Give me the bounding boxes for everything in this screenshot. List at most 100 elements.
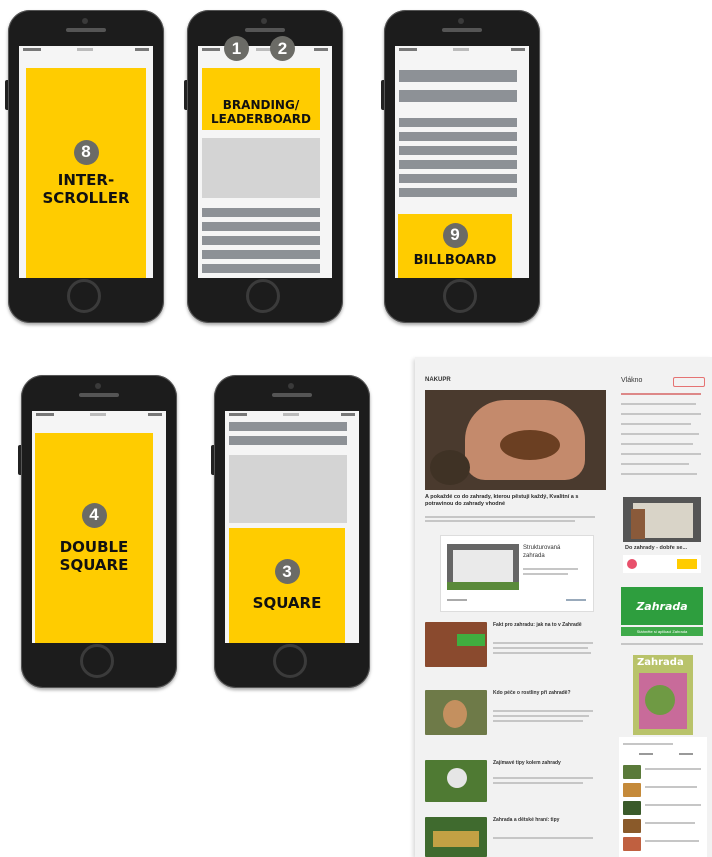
- text-line: [493, 652, 591, 654]
- text-line: [645, 804, 701, 806]
- phone-mockup: 9 BILLBOARD: [381, 10, 540, 323]
- home-button: [67, 279, 101, 313]
- list-thumb: [623, 783, 641, 797]
- text-line: [621, 453, 701, 455]
- list-thumb: [623, 765, 641, 779]
- square-ad: 3 SQUARE: [229, 528, 345, 643]
- ad-number-badge: 1: [224, 36, 249, 61]
- camera: [95, 383, 101, 389]
- text-line: [621, 413, 701, 415]
- content-placeholder: [229, 455, 347, 523]
- list-thumb: [623, 819, 641, 833]
- article-title: Fakt pro zahradu: jak na to v Zahradě: [493, 622, 582, 628]
- text-line: [202, 208, 320, 217]
- ad-label: SQUARE: [59, 555, 129, 574]
- article-title: Zahrada a dětské hraní: tipy: [493, 817, 560, 823]
- text-line: [645, 840, 699, 842]
- headline: A pokaždé co do zahrady, kterou pěstuji …: [425, 494, 579, 507]
- article-title: Zajímavé tipy kolem zahrady: [493, 760, 561, 766]
- text-line: [639, 753, 653, 755]
- camera: [82, 18, 88, 24]
- home-button: [273, 644, 307, 678]
- brand-banner: Zahrada: [621, 587, 703, 625]
- article-thumb: [425, 760, 487, 802]
- camera: [261, 18, 267, 24]
- text-line: [621, 643, 703, 645]
- article-thumb: [425, 622, 487, 667]
- status-bar: [395, 48, 529, 52]
- ad-label: BRANDING/: [222, 98, 300, 112]
- double-square-ad: 4 DOUBLE SQUARE: [35, 433, 153, 643]
- speaker: [79, 393, 119, 397]
- text-line: [493, 837, 593, 839]
- text-line: [621, 423, 691, 425]
- text-line: [645, 786, 697, 788]
- phone-screen: 8 INTER- SCROLLER: [19, 46, 153, 278]
- ad-label: SCROLLER: [42, 188, 130, 207]
- content-placeholder: [202, 138, 320, 198]
- status-bar: [198, 48, 332, 52]
- text-line: [645, 768, 701, 770]
- brand-cta-button[interactable]: Stáhněte si aplikaci Zahrada: [621, 627, 703, 636]
- phone-mockup: 8 INTER- SCROLLER: [5, 10, 164, 323]
- text-line: [229, 436, 347, 445]
- sidebar-title: Vlákno: [621, 377, 643, 384]
- text-line: [202, 250, 320, 259]
- hero-image: [425, 390, 606, 490]
- status-bar: [225, 413, 359, 417]
- text-line: [399, 132, 517, 141]
- phone-screen: 3 SQUARE: [225, 411, 359, 643]
- ad-label: BILLBOARD: [413, 252, 497, 268]
- text-line: [493, 782, 583, 784]
- promo-image: [623, 497, 701, 542]
- interscroller-ad: 8 INTER- SCROLLER: [26, 68, 146, 278]
- article-thumb: [425, 817, 487, 857]
- status-bar: [19, 48, 153, 52]
- list-thumb: [623, 837, 641, 851]
- speaker: [442, 28, 482, 32]
- text-line: [623, 743, 673, 745]
- phone-mockup: 3 SQUARE: [211, 375, 370, 688]
- ad-number-badge: 2: [270, 36, 295, 61]
- home-button: [246, 279, 280, 313]
- text-line: [399, 70, 517, 82]
- magazine-cover: Zahrada: [633, 655, 693, 735]
- text-line: [621, 393, 701, 395]
- ad-number-badge: 8: [73, 139, 99, 165]
- text-line: [399, 90, 517, 102]
- article-thumb: [425, 690, 487, 735]
- text-line: [399, 174, 517, 183]
- billboard-ad: 9 BILLBOARD: [398, 214, 512, 278]
- ad-label: INTER-: [57, 170, 115, 189]
- article-title: Kdo péče o rostliny při zahradě?: [493, 690, 571, 696]
- text-line: [523, 573, 568, 575]
- ad-number-badge: 4: [81, 502, 107, 528]
- list-thumb: [623, 801, 641, 815]
- ad-label: LEADERBOARD: [210, 112, 312, 126]
- text-line: [523, 568, 578, 570]
- phone-mockup: 4 DOUBLE SQUARE: [18, 375, 177, 688]
- camera: [458, 18, 464, 24]
- text-line: [493, 642, 593, 644]
- text-line: [493, 720, 583, 722]
- text-line: [399, 118, 517, 127]
- status-bar: [32, 413, 166, 417]
- ad-label: DOUBLE: [59, 537, 129, 556]
- phone-mockup: BRANDING/ LEADERBOARD 1 2: [184, 10, 343, 323]
- website-screenshot: NAKUPR Vlákno A pokaždé co do zahrady, k…: [415, 357, 712, 857]
- speaker: [245, 28, 285, 32]
- text-line: [621, 443, 693, 445]
- camera: [288, 383, 294, 389]
- text-line: [621, 463, 689, 465]
- home-button: [443, 279, 477, 313]
- text-line: [425, 516, 595, 518]
- text-line: [566, 599, 586, 601]
- text-line: [202, 264, 320, 273]
- text-line: [621, 403, 696, 405]
- native-ad: Strukturovaná zahrada: [440, 535, 594, 612]
- text-line: [493, 715, 589, 717]
- text-line: [621, 473, 697, 475]
- text-line: [493, 710, 593, 712]
- text-line: [679, 753, 693, 755]
- text-line: [425, 520, 575, 522]
